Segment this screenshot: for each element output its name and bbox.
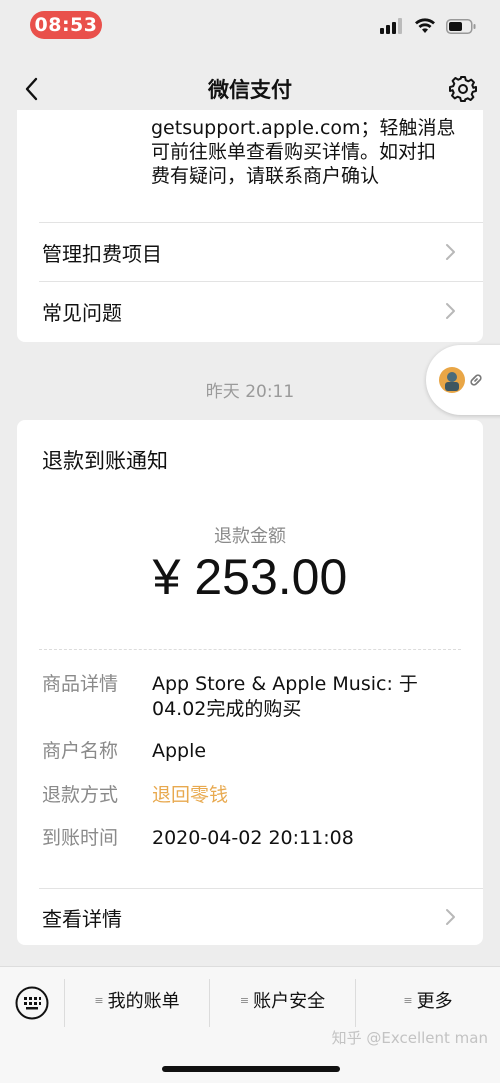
previous-message-card: getsupport.apple.com；轻触消息 可前往账单查看购买详情。如对… <box>17 110 483 342</box>
message-line: 费有疑问，请联系商户确认 <box>151 165 380 187</box>
menu-lines-icon: ≡ <box>403 993 413 1007</box>
keyboard-toggle-button[interactable] <box>14 985 50 1021</box>
message-line: getsupport.apple.com；轻触消息 <box>151 117 456 139</box>
detail-value: App Store & Apple Music: 于 04.02完成的购买 <box>152 672 418 722</box>
amount-label: 退款金额 <box>214 526 286 547</box>
detail-value-line: 04.02完成的购买 <box>152 698 302 720</box>
refund-amount: ¥ 253.00 <box>152 549 348 605</box>
manage-deductions-label: 管理扣费项目 <box>42 241 162 266</box>
detail-row-arrival-time: 到账时间 2020-04-02 20:11:08 <box>42 826 463 851</box>
detail-key: 退款方式 <box>42 784 119 806</box>
tab-label: 我的账单 <box>107 991 180 1012</box>
detail-value-line: App Store & Apple Music: 于 <box>152 673 418 695</box>
tab-my-bills[interactable]: ≡ 我的账单 <box>65 967 209 1033</box>
detail-row-merchant: 商户名称 Apple <box>42 739 463 764</box>
menu-lines-icon: ≡ <box>239 993 250 1007</box>
watermark: 知乎 @Excellent man <box>331 1029 488 1047</box>
view-details-link[interactable]: 查看详情 <box>17 889 483 945</box>
chevron-right-icon <box>446 303 455 319</box>
card-title: 退款到账通知 <box>42 449 168 473</box>
link-icon <box>470 374 482 386</box>
detail-key: 商户名称 <box>42 740 119 762</box>
nav-bar: 微信支付 <box>0 60 500 116</box>
settings-button[interactable] <box>448 74 478 104</box>
refund-notification-card[interactable]: 退款到账通知 退款金额 ¥ 253.00 商品详情 App Store & Ap… <box>17 420 483 945</box>
avatar-icon <box>439 367 465 393</box>
keyboard-icon <box>15 986 49 1020</box>
status-time: 08:53 <box>30 11 102 39</box>
battery-icon <box>446 18 476 34</box>
status-icons <box>380 18 476 34</box>
detail-key: 商品详情 <box>42 673 119 695</box>
tab-label: 更多 <box>416 991 453 1012</box>
wifi-icon <box>415 18 435 33</box>
chevron-right-icon <box>446 909 455 925</box>
signal-icon <box>380 18 402 34</box>
detail-value: Apple <box>152 740 207 762</box>
tab-more[interactable]: ≡ 更多 <box>356 967 500 1033</box>
manage-deductions-link[interactable]: 管理扣费项目 <box>17 223 483 281</box>
faq-label: 常见问题 <box>42 300 122 325</box>
detail-row-product: 商品详情 App Store & Apple Music: 于 04.02完成的… <box>42 672 463 722</box>
faq-link[interactable]: 常见问题 <box>17 282 483 340</box>
page-title: 微信支付 <box>208 78 292 102</box>
tab-label: 账户安全 <box>253 991 326 1012</box>
chevron-right-icon <box>446 244 455 260</box>
dashed-divider <box>39 649 461 650</box>
floating-window-button[interactable] <box>426 345 500 415</box>
menu-lines-icon: ≡ <box>94 993 104 1007</box>
detail-row-refund-method: 退款方式 退回零钱 <box>42 783 463 808</box>
detail-value: 2020-04-02 20:11:08 <box>152 827 354 849</box>
gear-icon <box>449 76 477 102</box>
message-timestamp: 昨天 20:11 <box>205 382 295 402</box>
message-line: 可前往账单查看购买详情。如对扣 <box>151 141 437 163</box>
tab-account-security[interactable]: ≡ 账户安全 <box>210 967 355 1033</box>
status-bar: 08:53 <box>0 0 500 52</box>
message-text: getsupport.apple.com；轻触消息 可前往账单查看购买详情。如对… <box>151 116 471 188</box>
view-details-label: 查看详情 <box>42 906 122 931</box>
detail-key: 到账时间 <box>42 827 119 849</box>
detail-value: 退回零钱 <box>152 784 229 806</box>
home-indicator[interactable] <box>162 1066 340 1072</box>
